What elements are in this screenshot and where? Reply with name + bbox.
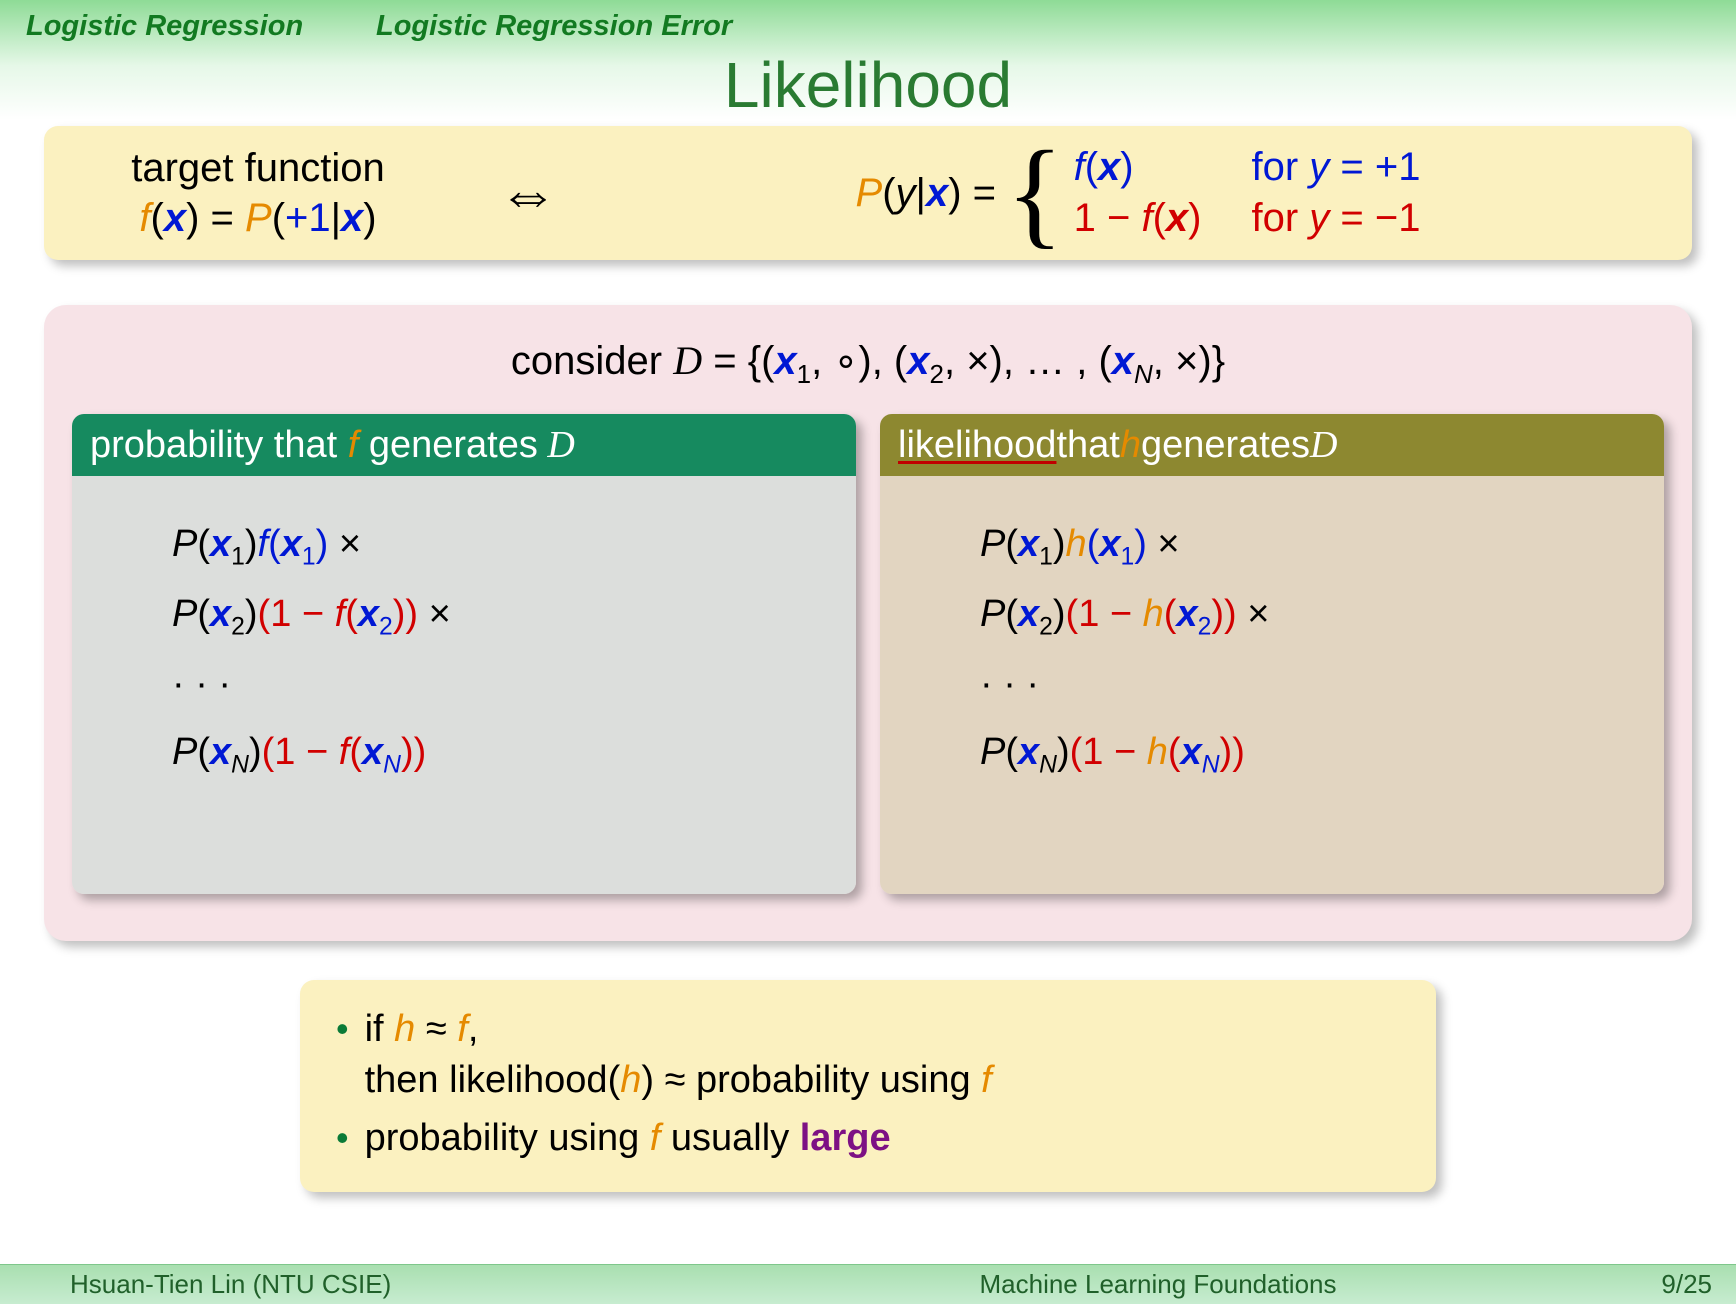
case2-rhs: for y = −1: [1251, 196, 1420, 241]
target-fn-eqn: f(x) = P(+1|x): [139, 196, 376, 240]
likelihood-h-card: likelihood that h generates D P(x1)h(x1)…: [880, 414, 1664, 894]
prob-f-title1: probability that: [90, 424, 337, 467]
target-fn-label: target function: [131, 146, 385, 190]
prob-f-header: probability that f generates D: [72, 414, 856, 476]
b2b: usually: [660, 1117, 799, 1159]
consider-prefix: consider: [511, 339, 673, 383]
case1-rhs: for y = +1: [1251, 145, 1420, 190]
lh-line2: P(x2)(1 − h(x2)) ×: [980, 580, 1648, 650]
bullet-2: • probability using f usually large: [336, 1113, 1406, 1164]
slide-title: Likelihood: [0, 48, 1736, 122]
likelihood-h-title-suf: generates: [1141, 424, 1310, 467]
bullet-1-text: if h ≈ f, then likelihood(h) ≈ probabili…: [365, 1004, 992, 1107]
iff-symbol: ⇔: [448, 159, 608, 228]
lh-line4: P(xN)(1 − h(xN)): [980, 718, 1648, 788]
equivalence-box: target function f(x) = P(+1|x) ⇔ P(y|x) …: [44, 126, 1692, 260]
summary-box: • if h ≈ f, then likelihood(h) ≈ probabi…: [300, 980, 1436, 1192]
b1a: if: [365, 1008, 395, 1050]
consider-line: consider D = {(x1, ∘), (x2, ×), … , (xN,…: [72, 337, 1664, 390]
prob-f-body: P(x1)f(x1) × P(x2)(1 − f(x2)) × · · · P(…: [72, 476, 856, 894]
cases: f(x) for y = +1 1 − f(x) for y = −1: [1074, 145, 1421, 241]
prob-f-title2: generates: [369, 424, 538, 467]
likelihood-word: likelihood: [898, 424, 1056, 467]
lh-line1: P(x1)h(x1) ×: [980, 510, 1648, 580]
header-subsection: Logistic Regression Error: [376, 10, 732, 43]
prob-f-line4: P(xN)(1 − f(xN)): [172, 718, 840, 788]
two-columns: probability that f generates D P(x1)f(x1…: [72, 414, 1664, 894]
bullet-1: • if h ≈ f, then likelihood(h) ≈ probabi…: [336, 1004, 1406, 1107]
conditional-defn: P(y|x) = { f(x) for y = +1 1 − f(x) for …: [608, 139, 1668, 247]
b1c: then likelihood(: [365, 1059, 621, 1101]
case1-lhs: f(x): [1074, 145, 1202, 190]
prob-f-card: probability that f generates D P(x1)f(x1…: [72, 414, 856, 894]
b2a: probability using: [365, 1117, 650, 1159]
footer-page: 9/25: [1616, 1269, 1736, 1300]
b1b: ,: [468, 1008, 479, 1050]
lh-line3: · · ·: [980, 650, 1648, 718]
case2-lhs: 1 − f(x): [1074, 196, 1202, 241]
target-fn: target function f(x) = P(+1|x): [68, 143, 448, 243]
header-section: Logistic Regression: [26, 10, 303, 43]
prob-f-line3: · · ·: [172, 650, 840, 718]
bullet-dot-icon: •: [336, 1113, 349, 1164]
equivalence-row: target function f(x) = P(+1|x) ⇔ P(y|x) …: [68, 140, 1668, 246]
p-y-given-x: P(y|x) =: [856, 171, 996, 216]
bullet-2-text: probability using f usually large: [365, 1113, 891, 1164]
prob-f-line2: P(x2)(1 − f(x2)) ×: [172, 580, 840, 650]
b1d: ) ≈ probability using: [641, 1059, 981, 1101]
bullet-dot-icon: •: [336, 1004, 349, 1107]
brace-icon: {: [1006, 139, 1064, 247]
footer: Hsuan-Tien Lin (NTU CSIE) Machine Learni…: [0, 1264, 1736, 1304]
slide: Logistic Regression Logistic Regression …: [0, 0, 1736, 1304]
footer-author: Hsuan-Tien Lin (NTU CSIE): [0, 1269, 700, 1300]
footer-course: Machine Learning Foundations: [700, 1269, 1616, 1300]
dataset-box: consider D = {(x1, ∘), (x2, ×), … , (xN,…: [44, 305, 1692, 941]
b2c: large: [800, 1117, 891, 1159]
prob-f-line1: P(x1)f(x1) ×: [172, 510, 840, 580]
likelihood-h-title-mid: that: [1056, 424, 1119, 467]
likelihood-h-body: P(x1)h(x1) × P(x2)(1 − h(x2)) × · · · P(…: [880, 476, 1664, 894]
likelihood-h-header: likelihood that h generates D: [880, 414, 1664, 476]
